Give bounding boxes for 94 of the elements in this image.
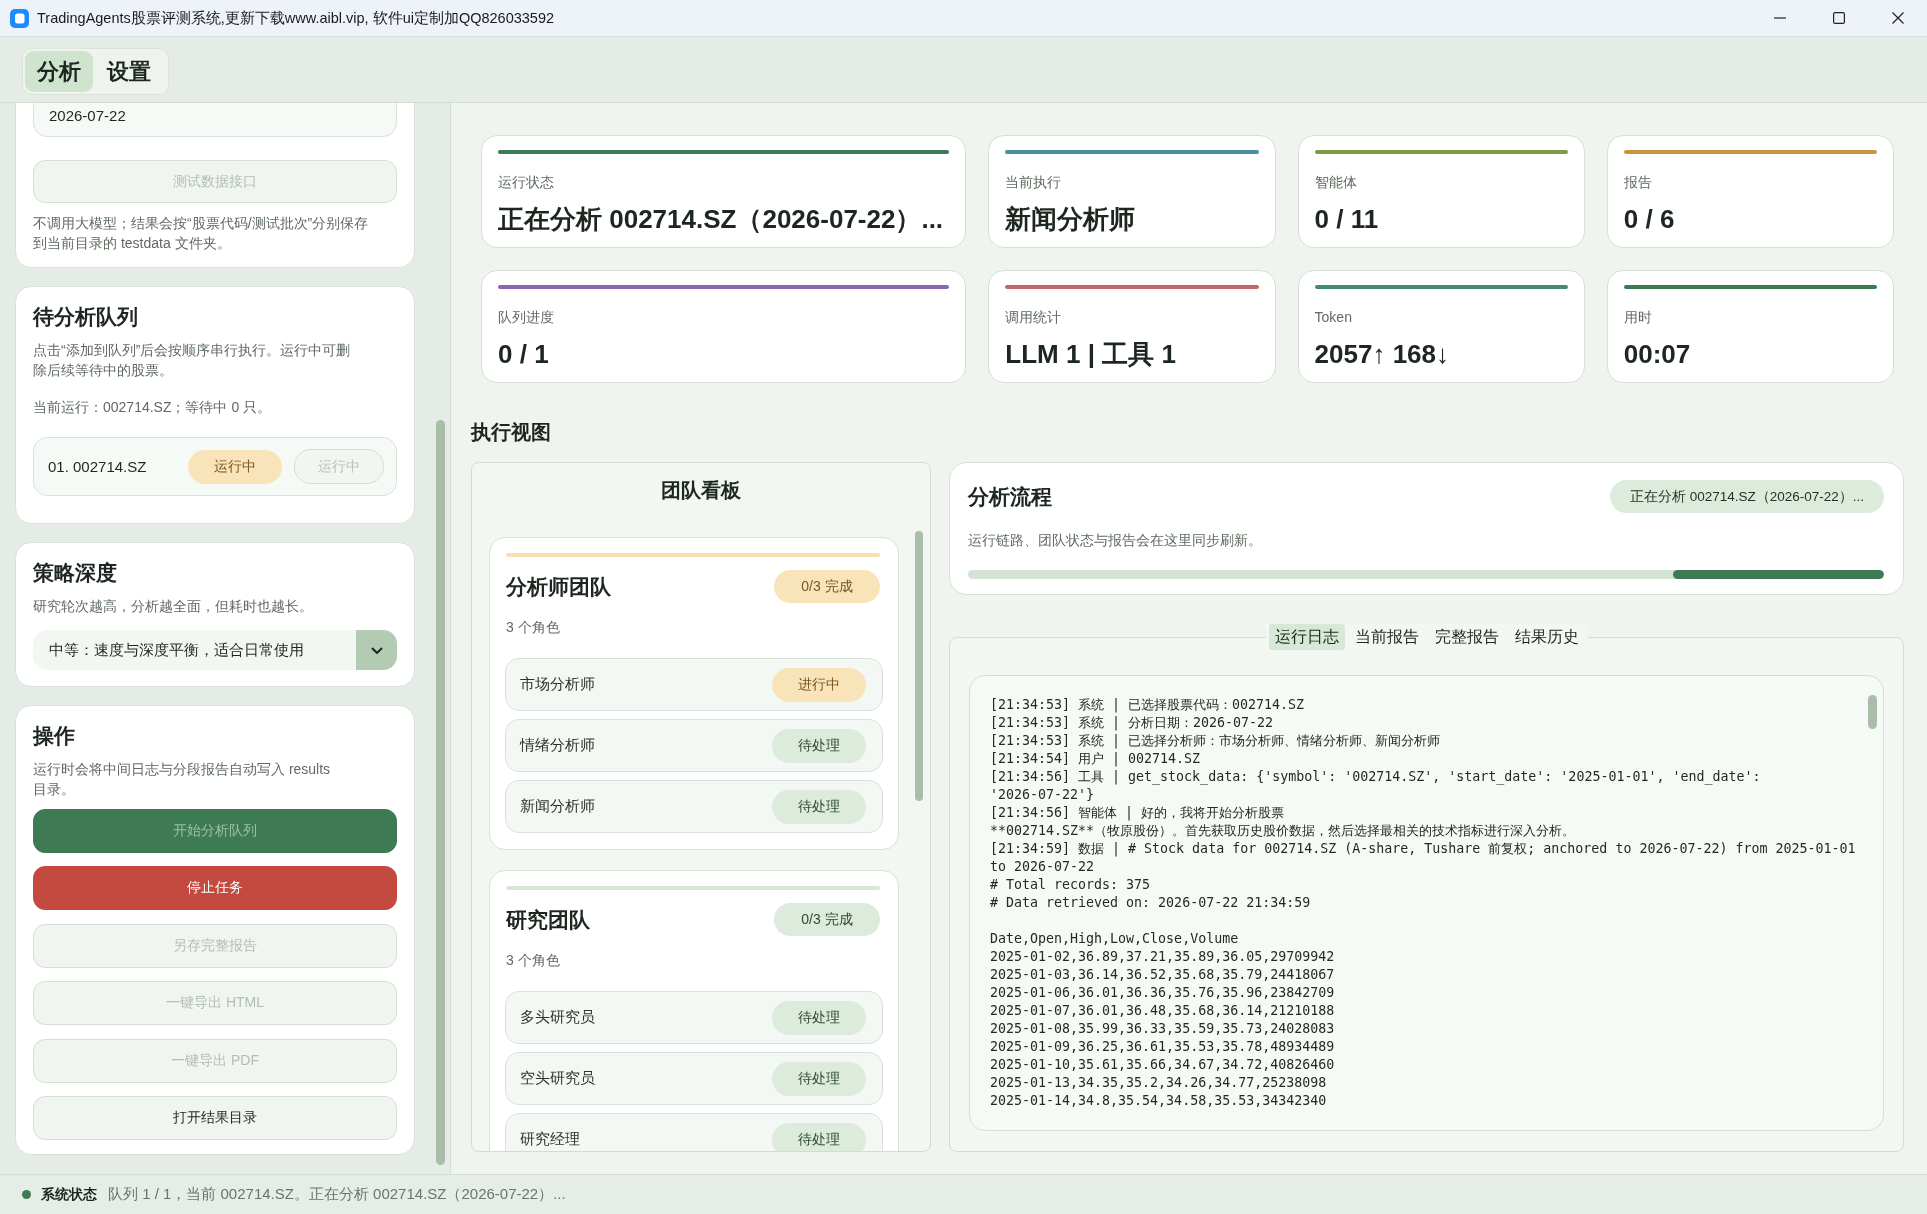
date-field[interactable]: 2026-07-22 <box>33 103 397 137</box>
tab[interactable]: 完整报告 <box>1428 624 1505 650</box>
tab[interactable]: 设置 <box>95 51 163 92</box>
status-badge: 待处理 <box>772 1122 866 1151</box>
log-line: Date,Open,High,Low,Close,Volume <box>990 930 1240 948</box>
log-line: 2025-01-14,34.8,35.54,34.58,35.53,34342340 <box>990 1092 1328 1110</box>
maximize-icon <box>1832 12 1845 24</box>
member-name: 市场分析师 <box>520 675 595 694</box>
card-description: 点击“添加到队列”后会按顺序串行执行。运行中可删除后续等待中的股票。 <box>33 341 352 380</box>
log-line: 2025-01-07,36.01,36.48,35.68,36.14,21210188 <box>990 1002 1336 1020</box>
log-line: # Data retrieved on: 2026-07-22 21:34:59 <box>990 894 1312 912</box>
status-badge: 待处理 <box>772 1000 866 1035</box>
log-line: # Total records: 375 <box>990 876 1152 894</box>
chevron-down-icon <box>370 646 383 654</box>
role-count: 3 个角色 <box>505 951 561 970</box>
log-line: 2025-01-09,36.25,36.61,35.53,35.78,48934489 <box>990 1038 1336 1056</box>
log-line: [21:34:54] 用户 | 002714.SZ <box>990 750 1202 768</box>
team-name: 分析师团队 <box>506 573 611 600</box>
stat-value: 00:07 <box>1623 338 1692 371</box>
tab[interactable]: 当前报告 <box>1348 624 1425 650</box>
action-button[interactable]: 停止任务 <box>33 866 397 911</box>
dropdown-toggle[interactable] <box>356 630 397 670</box>
status-dot-icon <box>22 1190 31 1199</box>
scrollbar-thumb[interactable] <box>436 420 445 1165</box>
log-line: 2025-01-03,36.14,36.52,35.68,35.79,24418067 <box>990 966 1336 984</box>
card-description: 运行时会将中间日志与分段报告自动写入 results 目录。 <box>33 760 332 799</box>
role-count: 3 个角色 <box>505 618 561 637</box>
member-name: 新闻分析师 <box>520 797 595 816</box>
stat-label: 智能体 <box>1314 173 1358 191</box>
scrollbar-thumb[interactable] <box>915 531 923 801</box>
status-badge: 进行中 <box>772 667 866 702</box>
member-name: 空头研究员 <box>520 1069 595 1088</box>
tab[interactable]: 运行日志 <box>1268 624 1345 650</box>
card-description: 研究轮次越高，分析越全面，但耗时也越长。 <box>33 597 314 616</box>
stat-label: 用时 <box>1623 308 1653 326</box>
card-heading: 策略深度 <box>33 560 118 586</box>
log-line: 2025-01-10,35.61,35.66,34.67,34.72,40826460 <box>990 1056 1336 1074</box>
stat-label: 当前执行 <box>1005 173 1063 191</box>
status-pill: 正在分析 002714.SZ（2026-07-22）... <box>1609 480 1884 513</box>
app-icon <box>10 8 29 28</box>
log-line: [21:34:59] 数据 | # Stock data for 002714.SZ (A-share, Tushare 前复权; anchored to 2026-07-22) from 2025-01-01 <box>990 840 1857 858</box>
log-line: [21:34:56] 智能体 | 好的，我将开始分析股票 <box>990 804 1286 822</box>
progress-badge: 0/3 完成 <box>774 570 880 603</box>
progress-badge: 0/3 完成 <box>774 903 880 936</box>
log-line: to 2026-07-22 <box>990 858 1096 876</box>
card-heading: 待分析队列 <box>33 304 139 330</box>
log-line: 2025-01-02,36.89,37.21,35.89,36.05,29709942 <box>990 948 1336 966</box>
stat-value: 0 / 11 <box>1314 203 1380 236</box>
queue-item-label: 01. 002714.SZ <box>48 458 148 475</box>
log-line: **002714.SZ**（牧原股份）。首先获取历史股价数据，然后选择最相关的技术指标进行深入分析。 <box>990 822 1577 840</box>
stat-value: 新闻分析师 <box>1005 203 1137 236</box>
card-heading: 操作 <box>33 723 76 749</box>
status-badge: 运行中 <box>188 449 282 484</box>
stat-label: 队列进度 <box>498 308 555 326</box>
status-message: 队列 1 / 1，当前 002714.SZ。正在分析 002714.SZ（2026-07-22）... <box>108 1185 566 1204</box>
stat-value: 正在分析 002714.SZ（2026-07-22）... <box>498 203 945 236</box>
member-name: 研究经理 <box>520 1130 580 1149</box>
log-line: 2025-01-06,36.01,36.36,35.76,35.96,23842709 <box>990 984 1336 1002</box>
tab[interactable]: 结果历史 <box>1508 624 1585 650</box>
status-badge: 待处理 <box>772 789 866 824</box>
flow-title: 分析流程 <box>968 483 1052 510</box>
log-line: [21:34:53] 系统 | 分析日期：2026-07-22 <box>990 714 1275 732</box>
status-badge: 待处理 <box>772 1061 866 1096</box>
stat-label: 调用统计 <box>1005 308 1063 326</box>
section-title: 执行视图 <box>471 420 552 444</box>
member-name: 多头研究员 <box>520 1008 595 1027</box>
stat-label: Token <box>1314 308 1353 326</box>
log-line: [21:34:56] 工具 | get_stock_data: {'symbol': '002714.SZ', 'start_date': '2025-01-01', 'end_date': <box>990 768 1762 786</box>
close-icon <box>1891 12 1904 24</box>
depth-select[interactable]: 中等：速度与深度平衡，适合日常使用 <box>33 630 397 670</box>
stat-value: 0 / 6 <box>1623 203 1676 236</box>
stat-label: 运行状态 <box>498 173 555 191</box>
stat-value: 2057↑ 168↓ <box>1314 338 1450 371</box>
minimize-icon <box>1773 17 1786 19</box>
log-line: '2026-07-22'} <box>990 786 1096 804</box>
status-label: 系统状态 <box>41 1185 97 1204</box>
team-name: 研究团队 <box>506 906 590 933</box>
action-button[interactable]: 打开结果目录 <box>33 1095 397 1140</box>
stat-value: LLM 1 | 工具 1 <box>1005 338 1177 371</box>
note-text: 不调用大模型；结果会按“股票代码/测试批次”分别保存到当前目录的 testdata 文件夹。 <box>33 214 370 253</box>
scrollbar-thumb[interactable] <box>1868 695 1877 729</box>
tab[interactable]: 分析 <box>25 51 93 92</box>
log-line: 2025-01-13,34.35,35.2,34.26,34.77,25238098 <box>990 1074 1328 1092</box>
queue-summary: 当前运行：002714.SZ；等待中 0 只。 <box>33 398 273 417</box>
log-line: [21:34:53] 系统 | 已选择分析师：市场分析师、情绪分析师、新闻分析师 <box>990 732 1442 750</box>
window-title: TradingAgents股票评测系统,更新下载www.aibl.vip, 软件ui定制加QQ826033592 <box>37 8 556 28</box>
log-line: 2025-01-08,35.99,36.33,35.59,35.73,24028083 <box>990 1020 1336 1038</box>
board-title: 团队看板 <box>660 478 742 502</box>
status-badge: 待处理 <box>772 728 866 763</box>
stat-value: 0 / 1 <box>498 338 550 371</box>
log-line: [21:34:53] 系统 | 已选择股票代码：002714.SZ <box>990 696 1306 714</box>
member-name: 情绪分析师 <box>520 736 595 755</box>
flow-description: 运行链路、团队状态与报告会在这里同步刷新。 <box>968 532 1263 550</box>
stat-label: 报告 <box>1623 173 1653 191</box>
